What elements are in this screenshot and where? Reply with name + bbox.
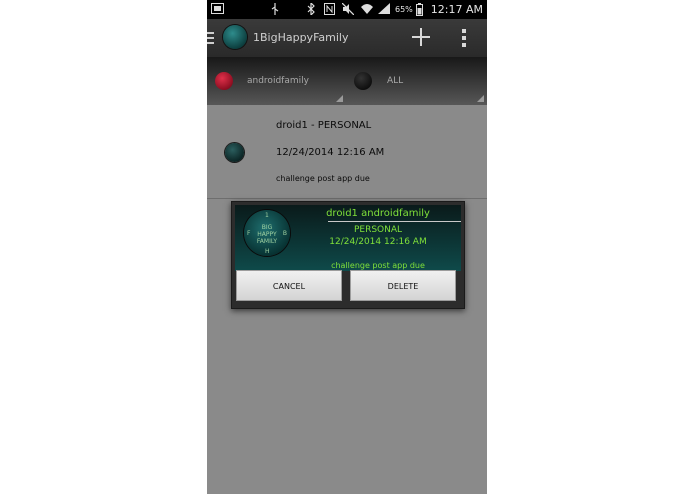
delete-dialog: 1 F B H BIG HAPPY FAMILY droid1 androidf…: [231, 201, 465, 309]
dialog-note: challenge post app due: [331, 261, 425, 270]
drawer-menu-icon[interactable]: [207, 32, 214, 44]
nfc-icon: [324, 3, 335, 16]
filter-bar: androidfamily ALL: [207, 57, 487, 105]
member-spinner[interactable]: ALL: [347, 57, 487, 105]
bluetooth-icon: [307, 3, 315, 16]
battery-icon: [416, 3, 423, 16]
usb-icon: [271, 3, 279, 16]
status-time: 12:17 AM: [430, 3, 483, 16]
battery-percent: 65%: [395, 5, 413, 14]
item-note: challenge post app due: [276, 174, 370, 183]
list-item[interactable]: droid1 - PERSONAL 12/24/2014 12:16 AM ch…: [207, 108, 487, 199]
dialog-logo: 1 F B H BIG HAPPY FAMILY: [244, 210, 290, 256]
wifi-icon: [361, 3, 373, 16]
family-spinner[interactable]: androidfamily: [207, 57, 346, 105]
dropdown-arrow-icon: [477, 95, 484, 102]
item-avatar: [225, 143, 244, 162]
action-bar: 1BigHappyFamily: [207, 19, 487, 57]
member-color-dot: [354, 72, 372, 90]
family-color-dot: [215, 72, 233, 90]
dropdown-arrow-icon: [336, 95, 343, 102]
dialog-body: 1 F B H BIG HAPPY FAMILY droid1 androidf…: [235, 205, 461, 271]
dialog-category: PERSONAL: [353, 225, 403, 235]
mute-icon: [342, 3, 354, 16]
dialog-title: droid1 androidfamily: [326, 208, 430, 219]
dialog-divider: [328, 221, 461, 222]
notification-icon: [211, 3, 224, 16]
app-title: 1BigHappyFamily: [253, 31, 349, 44]
family-spinner-label: androidfamily: [247, 76, 309, 86]
item-title: droid1 - PERSONAL: [276, 120, 372, 131]
member-spinner-label: ALL: [387, 76, 404, 86]
status-bar: 65% 12:17 AM: [207, 0, 487, 19]
add-icon[interactable]: [412, 28, 430, 46]
cancel-button[interactable]: CANCEL: [236, 270, 342, 301]
phone-screen: 65% 12:17 AM 1BigHappyFamily androidfami…: [207, 0, 487, 494]
signal-icon: [378, 3, 390, 16]
overflow-menu-icon[interactable]: [462, 29, 466, 47]
item-date: 12/24/2014 12:16 AM: [276, 147, 385, 158]
delete-button[interactable]: DELETE: [350, 270, 456, 301]
dialog-date: 12/24/2014 12:16 AM: [329, 237, 427, 247]
app-logo-icon[interactable]: [223, 25, 247, 49]
